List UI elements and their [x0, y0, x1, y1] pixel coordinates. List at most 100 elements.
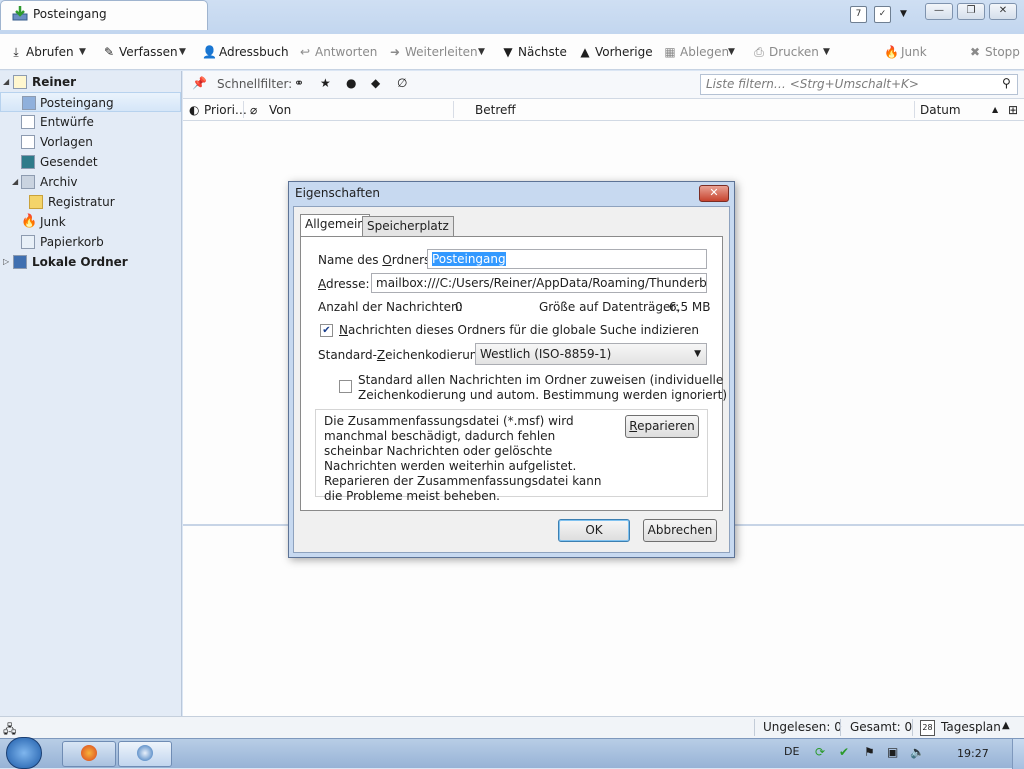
folder-junk[interactable]: 🔥 Junk [0, 212, 181, 232]
unread-count: Ungelesen: 0 [763, 720, 842, 734]
calendar-icon: 28 [920, 720, 935, 736]
pin-icon[interactable]: 📌 [192, 76, 207, 90]
get-mail-button[interactable]: ⤓ Abrufen [9, 43, 73, 61]
folder-label: Lokale Ordner [32, 255, 128, 269]
column-from[interactable]: Von [269, 103, 291, 117]
disk-size-label: Größe auf Datenträger: [539, 300, 680, 314]
inbox-icon [12, 6, 28, 21]
today-pane-toggle[interactable]: Tagesplan [941, 720, 1001, 734]
tasks-icon[interactable]: ✓ [874, 6, 891, 23]
column-picker-icon[interactable]: ⊞ [1008, 103, 1018, 117]
get-mail-dropdown[interactable]: ▼ [79, 43, 86, 61]
folder-local-folders[interactable]: ▷ Lokale Ordner [0, 252, 181, 272]
archive-button[interactable]: ▦ Ablegen [663, 43, 729, 61]
message-count-label: Anzahl der Nachrichten: [318, 300, 463, 314]
compose-button[interactable]: ✎ Verfassen [102, 43, 178, 61]
tab-allgemein[interactable]: Allgemein [300, 214, 370, 236]
star-filter-icon[interactable]: ★ [320, 76, 331, 90]
thunderbird-taskbar-button[interactable] [118, 741, 172, 767]
column-separator [914, 101, 915, 118]
chevron-down-icon[interactable]: ▼ [900, 9, 907, 19]
column-priority[interactable]: Priori… [204, 103, 247, 117]
folder-account-reiner[interactable]: ◢ Reiner [0, 72, 181, 92]
address-field[interactable]: mailbox:///C:/Users/Reiner/AppData/Roami… [371, 273, 707, 293]
sort-ascending-icon: ▲ [992, 105, 999, 114]
apply-encoding-checkbox[interactable] [339, 380, 352, 393]
encoding-label: Standard-Zeichenkodierung [318, 348, 486, 362]
address-book-button[interactable]: 👤 Adressbuch [202, 43, 289, 61]
folder-registratur[interactable]: Registratur [0, 192, 181, 212]
folder-gesendet[interactable]: Gesendet [0, 152, 181, 172]
tab-posteingang[interactable]: Posteingang [0, 0, 208, 30]
maximize-button[interactable]: ❐ [957, 3, 985, 20]
flag-tray-icon[interactable]: ⚑ [864, 745, 875, 759]
forward-dropdown[interactable]: ▼ [478, 43, 485, 61]
chevron-up-icon[interactable]: ▲ [1002, 720, 1010, 731]
folder-papierkorb[interactable]: Papierkorb [0, 232, 181, 252]
junk-button[interactable]: 🔥 Junk [884, 43, 927, 61]
stop-button[interactable]: ✖ Stopp [968, 43, 1020, 61]
print-label: Drucken [769, 45, 819, 59]
calendar-icon[interactable]: 7 [850, 6, 867, 23]
message-count-value: 0 [455, 300, 463, 314]
folder-label: Junk [40, 215, 66, 229]
apply-encoding-label-2: Zeichenkodierung und autom. Bestimmung w… [358, 388, 728, 402]
attachment-filter-icon[interactable]: ∅ [397, 76, 407, 90]
attachment-column-icon[interactable]: ⌀ [250, 103, 257, 117]
disk-size-value: 6,5 MB [669, 300, 711, 314]
print-button[interactable]: ⎙ Drucken [752, 43, 819, 61]
archive-dropdown[interactable]: ▼ [728, 43, 735, 61]
start-button[interactable] [6, 737, 42, 769]
language-indicator[interactable]: DE [784, 745, 799, 758]
previous-button[interactable]: ▲ Vorherige [578, 43, 652, 61]
folder-posteingang[interactable]: Posteingang [0, 92, 181, 112]
filter-input[interactable]: Liste filtern… <Strg+Umschalt+K> [700, 74, 1018, 95]
dialog-close-button[interactable]: ✕ [699, 185, 729, 202]
search-icon[interactable]: ⚲ [1002, 76, 1011, 90]
close-window-button[interactable]: ✕ [989, 3, 1017, 20]
thunderbird-icon [137, 745, 153, 761]
chevron-down-icon: ▼ [694, 349, 701, 359]
folder-entwuerfe[interactable]: Entwürfe [0, 112, 181, 132]
dialog-body: Allgemein Speicherplatz Name des Ordners… [293, 206, 730, 553]
compose-dropdown[interactable]: ▼ [179, 43, 186, 61]
sync-tray-icon[interactable]: ⟳ [815, 745, 825, 759]
thread-icon[interactable]: ◐ [189, 103, 199, 117]
forward-button[interactable]: ➜ Weiterleiten [388, 43, 478, 61]
reply-button[interactable]: ↩ Antworten [298, 43, 377, 61]
folder-vorlagen[interactable]: Vorlagen [0, 132, 181, 152]
junk-label: Junk [901, 45, 927, 59]
tag-filter-icon[interactable]: ◆ [371, 76, 380, 90]
shield-tray-icon[interactable]: ✔ [839, 745, 849, 759]
show-desktop-button[interactable] [1012, 739, 1024, 769]
folder-name-input[interactable]: Posteingang [427, 249, 707, 269]
ok-button[interactable]: OK [558, 519, 630, 542]
status-separator [912, 719, 913, 736]
flame-icon: 🔥 [21, 214, 38, 229]
repair-button[interactable]: Reparieren [625, 415, 699, 438]
print-dropdown[interactable]: ▼ [823, 43, 830, 61]
network-tray-icon[interactable]: ▣ [887, 745, 898, 759]
pencil-icon: ✎ [103, 45, 115, 59]
download-icon: ⤓ [13, 45, 19, 59]
column-subject[interactable]: Betreff [475, 103, 516, 117]
next-button[interactable]: ▼ Nächste [501, 43, 567, 61]
title-bar: Posteingang 7 ✓ ▼ — ❐ ✕ [0, 0, 1024, 34]
firefox-taskbar-button[interactable] [62, 741, 116, 767]
column-date[interactable]: Datum [920, 103, 961, 117]
folder-archiv[interactable]: ◢ Archiv [0, 172, 181, 192]
folder-name-label: Name des Ordners: [318, 253, 435, 267]
column-separator [243, 101, 244, 118]
unread-filter-icon[interactable]: ⚭ [294, 76, 304, 90]
contact-filter-icon[interactable]: ● [346, 76, 356, 90]
collapse-icon: ◢ [3, 77, 10, 86]
index-checkbox[interactable]: ✔ [320, 324, 333, 337]
volume-tray-icon[interactable]: 🔈 [910, 745, 925, 759]
encoding-select[interactable]: Westlich (ISO-8859-1) ▼ [475, 343, 707, 365]
clock[interactable]: 19:27 [957, 747, 989, 760]
folder-pane: ◢ Reiner Posteingang Entwürfe Vorlagen G… [0, 71, 182, 716]
column-separator [453, 101, 454, 118]
cancel-button[interactable]: Abbrechen [643, 519, 717, 542]
tab-speicherplatz[interactable]: Speicherplatz [362, 216, 454, 236]
minimize-button[interactable]: — [925, 3, 953, 20]
